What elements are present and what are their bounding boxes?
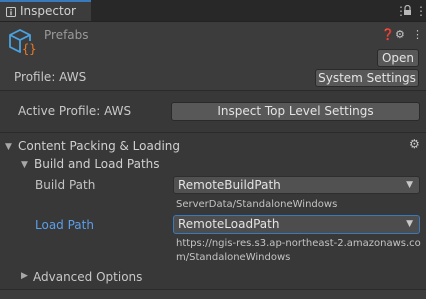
subsection-title[interactable]: Build and Load Paths [34,157,160,171]
section-divider [0,132,426,133]
build-path-resolved: ServerData/StandaloneWindows [176,199,338,210]
expand-triangle-icon[interactable]: ▼ [21,160,28,170]
build-path-label: Build Path [35,178,96,192]
load-path-resolved-line-2: m/StandaloneWindows [176,252,291,263]
load-path-resolved-line-1: https://ngis-res.s3.ap-northeast-2.amazo… [176,238,421,249]
more-options-icon[interactable]: ⋮ [412,28,423,41]
dropdown-arrow-icon: ▼ [406,180,413,190]
lock-icon[interactable] [403,5,412,16]
settings-icon[interactable]: ⚙ [395,28,405,41]
section-title[interactable]: Content Packing & Loading [18,139,180,153]
addressable-group-icon: {} [9,28,36,56]
dropdown-arrow-icon: ▼ [406,219,413,229]
asset-name: Prefabs [44,28,89,42]
load-path-value: RemoteLoadPath [178,217,280,231]
expand-triangle-icon[interactable]: ▼ [5,142,12,152]
load-path-label: Load Path [35,218,94,232]
svg-text:{}: {} [22,42,36,56]
advanced-options-foldout[interactable]: Advanced Options [33,270,142,284]
info-icon [6,7,16,17]
open-button[interactable]: Open [377,49,419,67]
tab-label: Inspector [20,4,76,18]
load-path-resolved: https://ngis-res.s3.ap-northeast-2.amazo… [176,237,422,265]
profile-label: Profile: AWS [14,70,87,84]
active-profile-label: Active Profile: AWS [18,104,132,118]
inspect-top-level-settings-button[interactable]: Inspect Top Level Settings [171,102,420,121]
collapsed-triangle-icon[interactable]: ▶ [21,271,28,281]
system-settings-button[interactable]: System Settings [315,69,419,87]
help-icon[interactable]: ❓ [381,28,395,41]
build-path-value: RemoteBuildPath [178,178,281,192]
load-path-dropdown[interactable]: RemoteLoadPath ▼ [173,215,420,234]
build-path-dropdown[interactable]: RemoteBuildPath ▼ [173,176,420,194]
tab-menu-icon[interactable]: ⋮ [415,4,426,18]
section-settings-icon[interactable]: ⚙ [409,137,420,151]
tab-inspector[interactable]: Inspector [0,0,91,21]
